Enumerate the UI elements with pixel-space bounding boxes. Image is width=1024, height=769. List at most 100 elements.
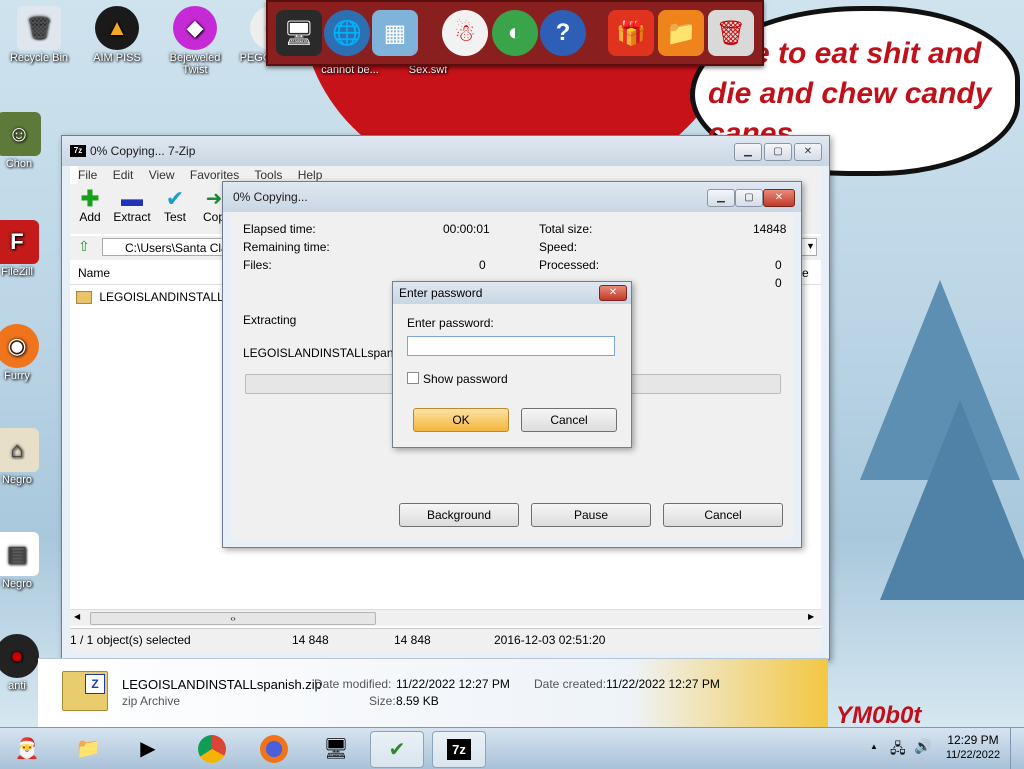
menu-favorites[interactable]: Favorites — [190, 168, 239, 182]
network-icon[interactable]: 🖧 — [890, 738, 906, 762]
scroll-left-icon[interactable]: ◀ — [74, 612, 80, 621]
status-date: 2016-12-03 02:51:20 — [494, 633, 606, 647]
up-folder-icon[interactable]: ⇧ — [74, 238, 94, 256]
tray-expand-icon[interactable]: ▲ — [870, 742, 878, 751]
show-password-checkbox[interactable] — [407, 372, 419, 384]
main-window-title: 0% Copying... 7-Zip — [90, 144, 196, 158]
details-size-value: 8.59 KB — [396, 694, 439, 708]
tray-clock[interactable]: 12:29 PM 11/22/2022 — [944, 733, 1002, 761]
copy-minimize-button[interactable]: ▁ — [707, 189, 735, 207]
checkmark-icon: ✔ — [388, 739, 406, 761]
details-type: zip Archive — [122, 694, 181, 708]
speed-label: Speed: — [539, 240, 578, 254]
taskbar-chrome[interactable] — [186, 731, 238, 766]
close-button[interactable]: ✕ — [794, 143, 822, 161]
taskbar-firefox[interactable] — [248, 731, 300, 766]
minimize-button[interactable]: ▁ — [734, 143, 762, 161]
home-icon: ⌂ — [0, 428, 39, 472]
details-size-label: Size: — [369, 694, 396, 708]
control-panel-icon[interactable]: ▦ — [372, 10, 418, 56]
file-list-row[interactable]: LEGOISLANDINSTALLsp... — [76, 288, 247, 306]
details-created-label: Date created: — [534, 677, 607, 691]
media-player-icon: ▶ — [140, 738, 156, 760]
copy-close-button[interactable]: ✕ — [763, 189, 795, 207]
maximize-button[interactable]: ▢ — [764, 143, 792, 161]
files-value: 0 — [479, 258, 486, 272]
scroll-right-icon[interactable]: ▶ — [808, 612, 814, 621]
chrome-icon — [198, 734, 226, 763]
compressed-value: 0 — [775, 276, 782, 290]
clock-time: 12:29 PM — [947, 733, 999, 747]
password-cancel-button[interactable]: Cancel — [521, 408, 617, 432]
extracting-filename: LEGOISLANDINSTALLspanish. — [243, 346, 413, 360]
show-password-label: Show password — [423, 372, 508, 386]
extract-button[interactable]: ▬ Extract — [112, 186, 152, 225]
ok-button[interactable]: OK — [413, 408, 509, 432]
password-close-button[interactable]: ✕ — [599, 285, 627, 301]
taskbar-winrar[interactable]: ✔ — [370, 731, 424, 768]
zip-folder-icon: Z — [62, 671, 108, 711]
menu-file[interactable]: File — [78, 168, 97, 182]
desktop-icon-aimp[interactable]: ▲ AIM PISS — [82, 6, 152, 64]
desktop-icon-furry[interactable]: ◉ Furry — [0, 324, 40, 382]
gift-icon[interactable]: 🎁 — [608, 10, 654, 56]
total-size-value: 14848 — [753, 222, 787, 236]
help-icon[interactable]: ? — [540, 10, 586, 56]
copying-titlebar: 0% Copying... ▁ ▢ ✕ — [223, 182, 801, 212]
column-name-header[interactable]: Name — [78, 266, 110, 280]
password-input[interactable] — [407, 336, 615, 356]
taskbar-computer[interactable]: 🖥 — [310, 731, 362, 766]
menu-help[interactable]: Help — [298, 168, 323, 182]
windows-update-icon[interactable]: ◐ — [492, 10, 538, 56]
test-icon: ✔ — [165, 186, 185, 211]
elapsed-value: 00:00:01 — [443, 222, 490, 236]
files-label: Files: — [243, 258, 272, 272]
desktop-icon-recycle-bin[interactable]: 🗑 Recycle Bin — [4, 6, 74, 64]
taskbar: 🎅 📁 ▶ 🖥 ✔ 7z ▲ 🖧 🔊 12:29 PM 11/22/2022 — [0, 727, 1024, 769]
tree-decoration — [880, 400, 1024, 600]
password-titlebar: Enter password ✕ — [393, 282, 631, 304]
taskbar-7zip[interactable]: 7z — [432, 731, 486, 768]
password-label: Enter password: — [407, 316, 494, 330]
folder-icon[interactable]: 📁 — [658, 10, 704, 56]
details-pane: Z LEGOISLANDINSTALLspanish.zip zip Archi… — [38, 658, 828, 727]
taskbar-explorer[interactable]: 📁 — [62, 731, 114, 766]
processed-value: 0 — [775, 258, 782, 272]
globe-icon[interactable]: 🌐 — [324, 10, 370, 56]
copy-cancel-button[interactable]: Cancel — [663, 503, 783, 527]
horizontal-scrollbar[interactable]: ◀ ‹› ▶ — [70, 609, 821, 626]
scroll-thumb[interactable]: ‹› — [90, 612, 376, 625]
main-titlebar: 7z 0% Copying... 7-Zip ▁ ▢ ✕ — [62, 136, 829, 166]
zip-file-icon — [76, 291, 92, 305]
volume-icon[interactable]: 🔊 — [914, 738, 931, 755]
desktop-icon-negro-1[interactable]: ⌂ Negro — [0, 428, 40, 486]
extract-icon: ▬ — [121, 186, 143, 211]
start-button[interactable]: 🎅 — [2, 731, 52, 766]
copying-title: 0% Copying... — [233, 190, 308, 204]
menu-view[interactable]: View — [149, 168, 175, 182]
santa-computer-icon[interactable]: 🖥 — [276, 10, 322, 56]
desktop-icon-bejeweled[interactable]: ◆ Bejeweled Twist — [160, 6, 230, 76]
desktop-icon-negro-2[interactable]: ▤ Negro — [0, 532, 40, 590]
watermark-text: YM0b0t — [836, 702, 922, 729]
pause-button[interactable]: Pause — [531, 503, 651, 527]
taskbar-media-player[interactable]: ▶ — [122, 731, 174, 766]
status-size: 14 848 — [292, 633, 329, 647]
desktop-icon-filezilla[interactable]: F FileZill — [0, 220, 40, 278]
show-desktop-button[interactable] — [1010, 728, 1024, 769]
test-button[interactable]: ✔ Test — [160, 186, 190, 225]
clock-date: 11/22/2022 — [945, 749, 1001, 761]
path-dropdown-icon[interactable]: ▼ — [806, 241, 815, 251]
background-button[interactable]: Background — [399, 503, 519, 527]
copy-maximize-button[interactable]: ▢ — [735, 189, 763, 207]
trash-icon[interactable]: 🗑 — [708, 10, 754, 56]
menu-edit[interactable]: Edit — [113, 168, 134, 182]
desktop-icon-chon[interactable]: ☺ Chon — [0, 112, 42, 170]
firefox-icon — [260, 734, 288, 763]
desktop-icon-anti[interactable]: ● anti — [0, 634, 40, 692]
snowman-icon[interactable]: ☃ — [442, 10, 488, 56]
aimp-icon: ▲ — [95, 6, 139, 50]
firefox-icon: ◉ — [0, 324, 39, 368]
add-button[interactable]: ✚ Add — [76, 188, 104, 225]
menu-tools[interactable]: Tools — [254, 168, 282, 182]
